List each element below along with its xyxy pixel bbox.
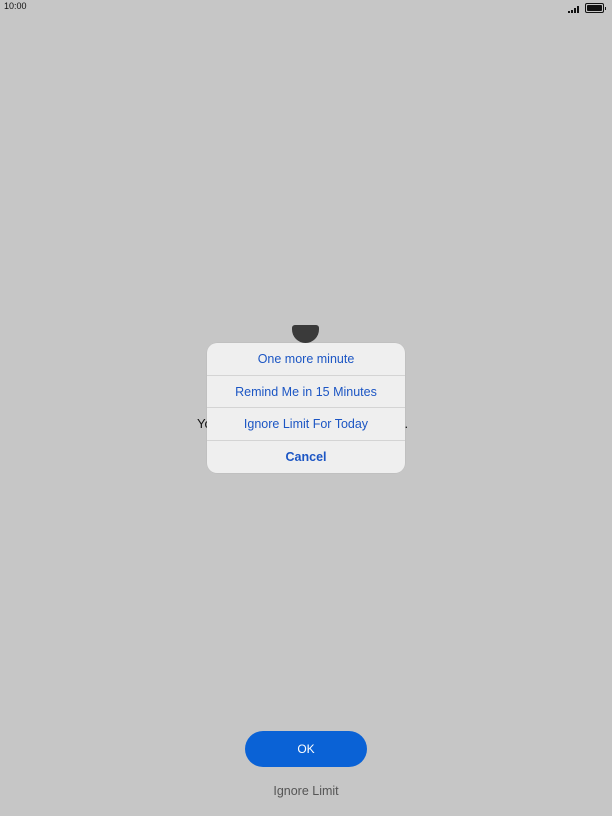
signal-icon <box>568 6 579 13</box>
status-time: 10:00 <box>4 1 27 11</box>
cancel-button[interactable]: Cancel <box>207 441 405 474</box>
status-indicators <box>568 3 606 13</box>
battery-icon <box>585 3 606 13</box>
ok-button[interactable]: OK <box>245 731 367 767</box>
action-sheet: One more minute Remind Me in 15 Minutes … <box>207 343 405 473</box>
one-more-minute-button[interactable]: One more minute <box>207 343 405 376</box>
ignore-limit-today-button[interactable]: Ignore Limit For Today <box>207 408 405 441</box>
remind-15-minutes-button[interactable]: Remind Me in 15 Minutes <box>207 376 405 408</box>
status-bar: 10:00 <box>0 0 612 14</box>
hourglass-icon <box>292 325 319 343</box>
ignore-limit-button[interactable]: Ignore Limit <box>0 784 612 798</box>
